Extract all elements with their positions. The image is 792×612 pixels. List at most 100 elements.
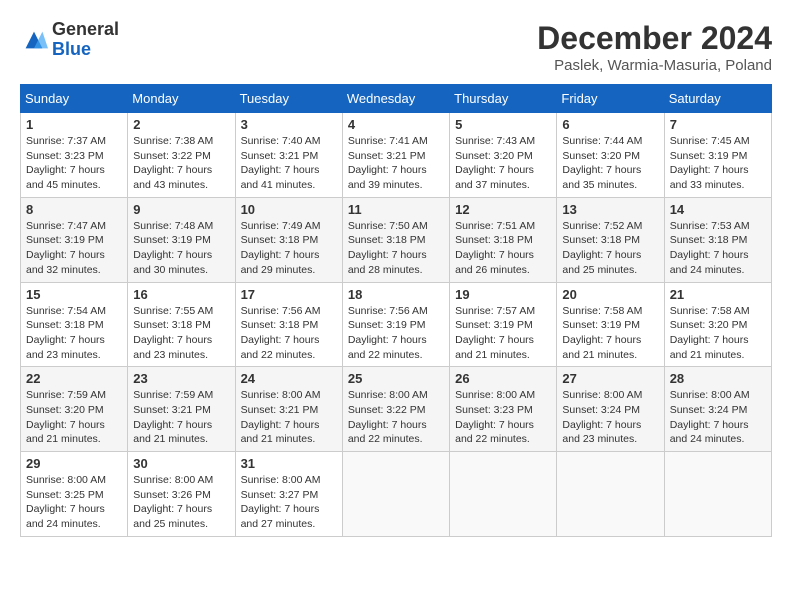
location-subtitle: Paslek, Warmia-Masuria, Poland xyxy=(537,57,772,74)
day-cell: 23 Sunrise: 7:59 AMSunset: 3:21 PMDaylig… xyxy=(128,367,235,452)
week-row-4: 22 Sunrise: 7:59 AMSunset: 3:20 PMDaylig… xyxy=(21,367,772,452)
day-info: Sunrise: 7:58 AMSunset: 3:20 PMDaylight:… xyxy=(670,304,766,363)
logo-icon xyxy=(20,26,48,54)
day-number: 3 xyxy=(241,117,337,132)
day-cell: 12 Sunrise: 7:51 AMSunset: 3:18 PMDaylig… xyxy=(450,197,557,282)
day-cell: 8 Sunrise: 7:47 AMSunset: 3:19 PMDayligh… xyxy=(21,197,128,282)
day-info: Sunrise: 7:43 AMSunset: 3:20 PMDaylight:… xyxy=(455,134,551,193)
day-info: Sunrise: 7:49 AMSunset: 3:18 PMDaylight:… xyxy=(241,219,337,278)
day-cell xyxy=(664,452,771,537)
logo-text: General Blue xyxy=(52,20,119,60)
day-info: Sunrise: 7:57 AMSunset: 3:19 PMDaylight:… xyxy=(455,304,551,363)
day-number: 5 xyxy=(455,117,551,132)
day-info: Sunrise: 8:00 AMSunset: 3:23 PMDaylight:… xyxy=(455,388,551,447)
day-number: 23 xyxy=(133,371,229,386)
day-header-tuesday: Tuesday xyxy=(235,85,342,113)
day-cell xyxy=(557,452,664,537)
day-info: Sunrise: 8:00 AMSunset: 3:27 PMDaylight:… xyxy=(241,473,337,532)
title-block: December 2024 Paslek, Warmia-Masuria, Po… xyxy=(537,20,772,74)
day-info: Sunrise: 7:59 AMSunset: 3:21 PMDaylight:… xyxy=(133,388,229,447)
day-info: Sunrise: 7:56 AMSunset: 3:19 PMDaylight:… xyxy=(348,304,444,363)
day-cell: 3 Sunrise: 7:40 AMSunset: 3:21 PMDayligh… xyxy=(235,113,342,198)
week-row-5: 29 Sunrise: 8:00 AMSunset: 3:25 PMDaylig… xyxy=(21,452,772,537)
day-info: Sunrise: 7:59 AMSunset: 3:20 PMDaylight:… xyxy=(26,388,122,447)
day-number: 9 xyxy=(133,202,229,217)
day-number: 15 xyxy=(26,287,122,302)
day-header-friday: Friday xyxy=(557,85,664,113)
day-number: 17 xyxy=(241,287,337,302)
week-row-1: 1 Sunrise: 7:37 AMSunset: 3:23 PMDayligh… xyxy=(21,113,772,198)
day-info: Sunrise: 8:00 AMSunset: 3:21 PMDaylight:… xyxy=(241,388,337,447)
day-number: 31 xyxy=(241,456,337,471)
day-info: Sunrise: 8:00 AMSunset: 3:26 PMDaylight:… xyxy=(133,473,229,532)
day-cell: 6 Sunrise: 7:44 AMSunset: 3:20 PMDayligh… xyxy=(557,113,664,198)
day-number: 10 xyxy=(241,202,337,217)
day-info: Sunrise: 7:41 AMSunset: 3:21 PMDaylight:… xyxy=(348,134,444,193)
day-number: 22 xyxy=(26,371,122,386)
day-header-sunday: Sunday xyxy=(21,85,128,113)
day-cell: 18 Sunrise: 7:56 AMSunset: 3:19 PMDaylig… xyxy=(342,282,449,367)
day-cell xyxy=(450,452,557,537)
day-number: 29 xyxy=(26,456,122,471)
day-cell: 28 Sunrise: 8:00 AMSunset: 3:24 PMDaylig… xyxy=(664,367,771,452)
page-header: General Blue December 2024 Paslek, Warmi… xyxy=(20,20,772,74)
day-cell: 24 Sunrise: 8:00 AMSunset: 3:21 PMDaylig… xyxy=(235,367,342,452)
day-number: 7 xyxy=(670,117,766,132)
day-number: 20 xyxy=(562,287,658,302)
day-cell: 4 Sunrise: 7:41 AMSunset: 3:21 PMDayligh… xyxy=(342,113,449,198)
day-cell: 31 Sunrise: 8:00 AMSunset: 3:27 PMDaylig… xyxy=(235,452,342,537)
day-number: 26 xyxy=(455,371,551,386)
day-cell: 2 Sunrise: 7:38 AMSunset: 3:22 PMDayligh… xyxy=(128,113,235,198)
day-cell: 15 Sunrise: 7:54 AMSunset: 3:18 PMDaylig… xyxy=(21,282,128,367)
day-number: 28 xyxy=(670,371,766,386)
day-info: Sunrise: 7:50 AMSunset: 3:18 PMDaylight:… xyxy=(348,219,444,278)
day-number: 30 xyxy=(133,456,229,471)
day-number: 4 xyxy=(348,117,444,132)
day-info: Sunrise: 7:37 AMSunset: 3:23 PMDaylight:… xyxy=(26,134,122,193)
day-number: 14 xyxy=(670,202,766,217)
day-header-saturday: Saturday xyxy=(664,85,771,113)
day-info: Sunrise: 7:55 AMSunset: 3:18 PMDaylight:… xyxy=(133,304,229,363)
day-info: Sunrise: 7:48 AMSunset: 3:19 PMDaylight:… xyxy=(133,219,229,278)
day-cell: 10 Sunrise: 7:49 AMSunset: 3:18 PMDaylig… xyxy=(235,197,342,282)
day-cell: 25 Sunrise: 8:00 AMSunset: 3:22 PMDaylig… xyxy=(342,367,449,452)
day-cell: 21 Sunrise: 7:58 AMSunset: 3:20 PMDaylig… xyxy=(664,282,771,367)
day-info: Sunrise: 8:00 AMSunset: 3:25 PMDaylight:… xyxy=(26,473,122,532)
day-number: 12 xyxy=(455,202,551,217)
day-number: 24 xyxy=(241,371,337,386)
day-cell: 7 Sunrise: 7:45 AMSunset: 3:19 PMDayligh… xyxy=(664,113,771,198)
day-info: Sunrise: 7:44 AMSunset: 3:20 PMDaylight:… xyxy=(562,134,658,193)
day-number: 13 xyxy=(562,202,658,217)
day-info: Sunrise: 7:56 AMSunset: 3:18 PMDaylight:… xyxy=(241,304,337,363)
day-cell: 16 Sunrise: 7:55 AMSunset: 3:18 PMDaylig… xyxy=(128,282,235,367)
month-title: December 2024 xyxy=(537,20,772,57)
day-number: 18 xyxy=(348,287,444,302)
day-cell: 27 Sunrise: 8:00 AMSunset: 3:24 PMDaylig… xyxy=(557,367,664,452)
day-cell: 1 Sunrise: 7:37 AMSunset: 3:23 PMDayligh… xyxy=(21,113,128,198)
logo: General Blue xyxy=(20,20,119,60)
week-row-3: 15 Sunrise: 7:54 AMSunset: 3:18 PMDaylig… xyxy=(21,282,772,367)
day-cell: 19 Sunrise: 7:57 AMSunset: 3:19 PMDaylig… xyxy=(450,282,557,367)
day-header-thursday: Thursday xyxy=(450,85,557,113)
day-info: Sunrise: 7:40 AMSunset: 3:21 PMDaylight:… xyxy=(241,134,337,193)
day-info: Sunrise: 7:51 AMSunset: 3:18 PMDaylight:… xyxy=(455,219,551,278)
day-info: Sunrise: 7:53 AMSunset: 3:18 PMDaylight:… xyxy=(670,219,766,278)
day-number: 21 xyxy=(670,287,766,302)
day-info: Sunrise: 7:52 AMSunset: 3:18 PMDaylight:… xyxy=(562,219,658,278)
day-cell: 26 Sunrise: 8:00 AMSunset: 3:23 PMDaylig… xyxy=(450,367,557,452)
calendar-table: SundayMondayTuesdayWednesdayThursdayFrid… xyxy=(20,84,772,537)
day-number: 25 xyxy=(348,371,444,386)
day-info: Sunrise: 8:00 AMSunset: 3:24 PMDaylight:… xyxy=(562,388,658,447)
day-cell xyxy=(342,452,449,537)
week-row-2: 8 Sunrise: 7:47 AMSunset: 3:19 PMDayligh… xyxy=(21,197,772,282)
day-header-wednesday: Wednesday xyxy=(342,85,449,113)
day-cell: 9 Sunrise: 7:48 AMSunset: 3:19 PMDayligh… xyxy=(128,197,235,282)
day-cell: 30 Sunrise: 8:00 AMSunset: 3:26 PMDaylig… xyxy=(128,452,235,537)
day-number: 2 xyxy=(133,117,229,132)
day-number: 6 xyxy=(562,117,658,132)
day-info: Sunrise: 8:00 AMSunset: 3:24 PMDaylight:… xyxy=(670,388,766,447)
day-cell: 20 Sunrise: 7:58 AMSunset: 3:19 PMDaylig… xyxy=(557,282,664,367)
day-cell: 5 Sunrise: 7:43 AMSunset: 3:20 PMDayligh… xyxy=(450,113,557,198)
day-info: Sunrise: 7:47 AMSunset: 3:19 PMDaylight:… xyxy=(26,219,122,278)
day-cell: 14 Sunrise: 7:53 AMSunset: 3:18 PMDaylig… xyxy=(664,197,771,282)
